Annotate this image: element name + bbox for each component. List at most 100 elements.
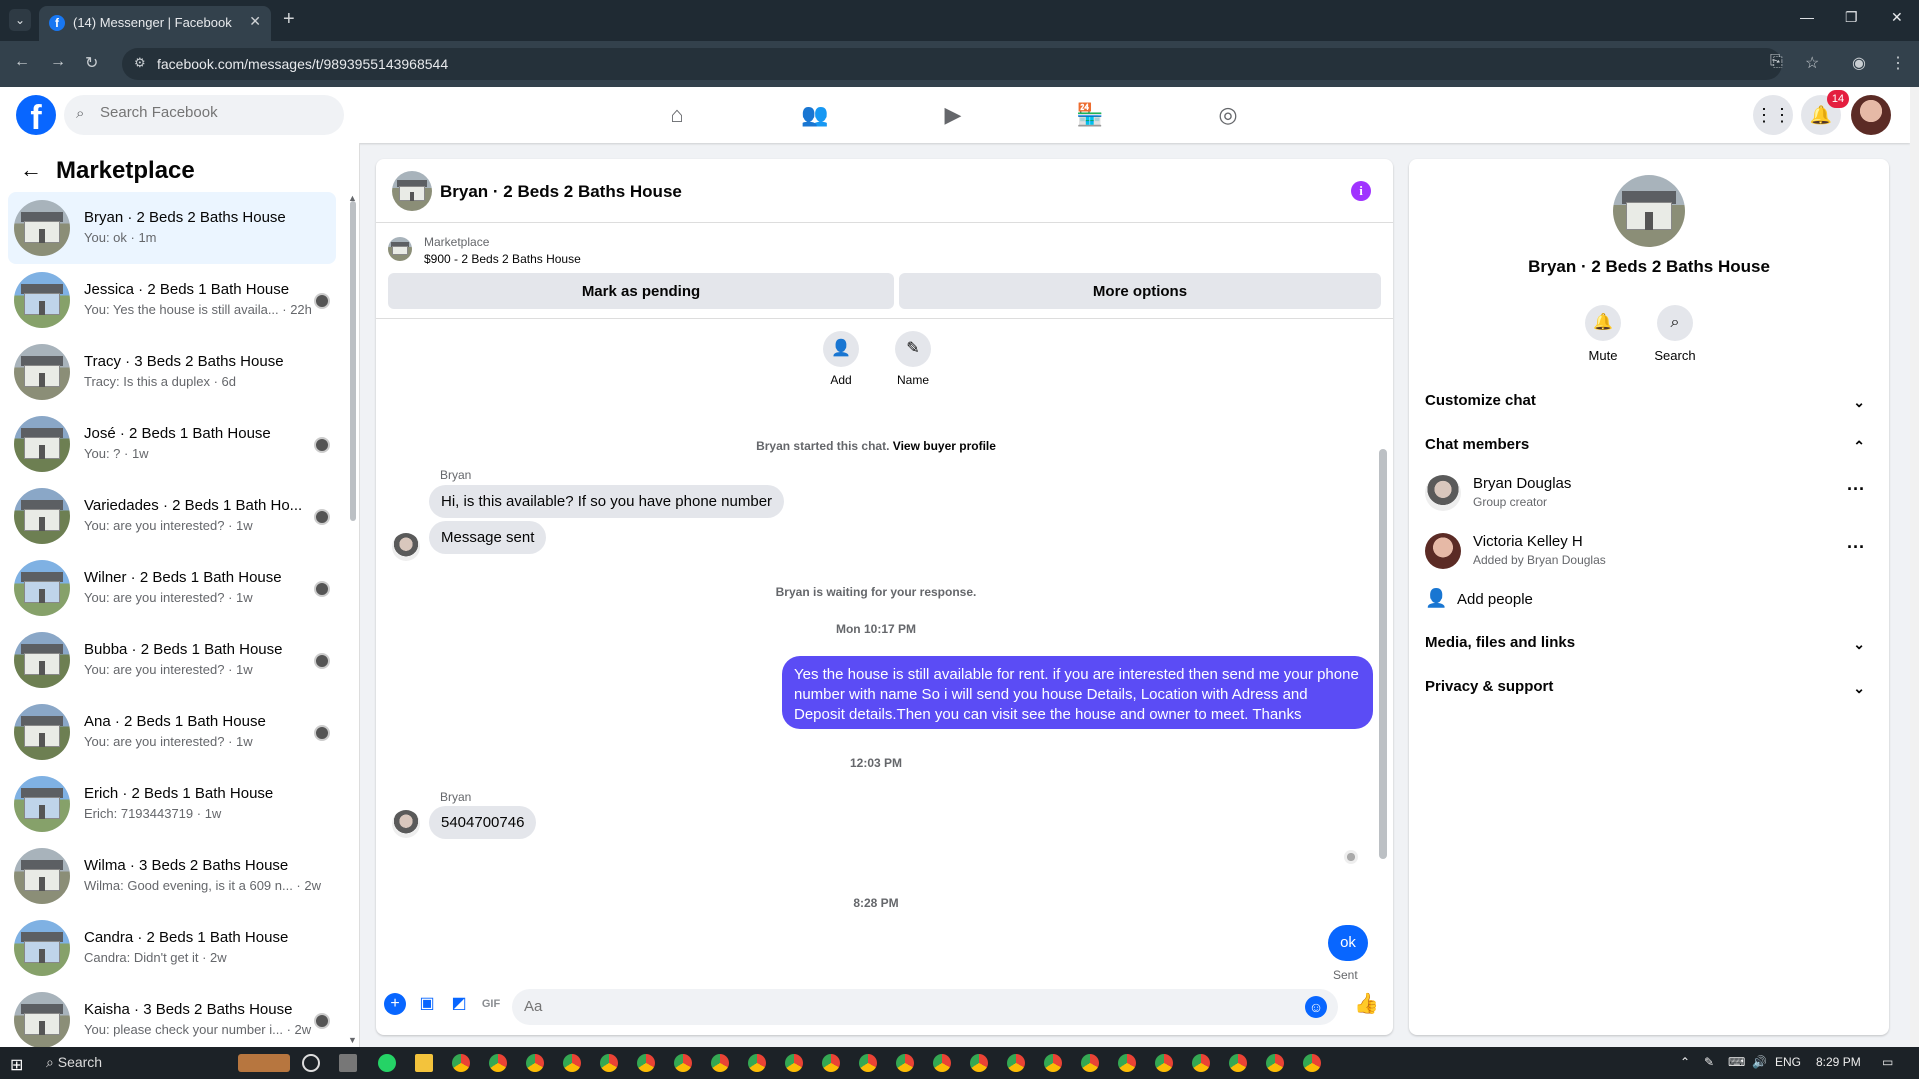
- listing-photo[interactable]: [1613, 175, 1685, 247]
- plus-icon[interactable]: +: [384, 993, 406, 1015]
- outgoing-message[interactable]: Yes the house is still available for ren…: [782, 656, 1373, 729]
- menu-grid-icon[interactable]: ⋮⋮: [1753, 95, 1793, 135]
- incoming-message[interactable]: Message sent: [429, 521, 547, 554]
- chat-listing-avatar[interactable]: [392, 171, 432, 211]
- facebook-search[interactable]: ⌕: [64, 95, 344, 135]
- chrome-icon[interactable]: [1303, 1054, 1321, 1072]
- language-indicator[interactable]: ENG: [1775, 1055, 1801, 1069]
- chrome-icon[interactable]: [748, 1054, 766, 1072]
- chrome-icon[interactable]: [1266, 1054, 1284, 1072]
- chrome-icon[interactable]: [1229, 1054, 1247, 1072]
- scroll-down-arrow-icon[interactable]: ▼: [348, 1035, 357, 1045]
- groups-icon[interactable]: ◎: [1212, 99, 1244, 131]
- chrome-icon[interactable]: [1192, 1054, 1210, 1072]
- chat-scrollbar[interactable]: [1379, 449, 1387, 859]
- taskbar-search[interactable]: ⌕ Search: [46, 1054, 102, 1071]
- clock[interactable]: 8:29 PM: [1816, 1055, 1861, 1069]
- info-icon[interactable]: i: [1351, 181, 1371, 201]
- more-icon[interactable]: ···: [1847, 537, 1865, 558]
- file-explorer-icon[interactable]: [415, 1054, 433, 1072]
- conversation-item[interactable]: Candra · 2 Beds 1 Bath House Candra: Did…: [8, 912, 336, 984]
- windows-start-icon[interactable]: ⊞: [10, 1055, 23, 1075]
- install-app-icon[interactable]: ⎘: [1770, 53, 1783, 71]
- view-buyer-profile-link[interactable]: View buyer profile: [893, 439, 996, 453]
- chrome-icon[interactable]: [1155, 1054, 1173, 1072]
- chrome-icon[interactable]: [452, 1054, 470, 1072]
- reload-icon[interactable]: ↻: [85, 53, 98, 73]
- conversation-item[interactable]: Erich · 2 Beds 1 Bath House Erich: 71934…: [8, 768, 336, 840]
- task-view-icon[interactable]: [339, 1054, 357, 1072]
- conversation-item[interactable]: Wilma · 3 Beds 2 Baths House Wilma: Good…: [8, 840, 336, 912]
- facebook-search-input[interactable]: [100, 104, 330, 121]
- restore-icon[interactable]: ❐: [1845, 9, 1858, 26]
- incoming-message[interactable]: Hi, is this available? If so you have ph…: [429, 485, 785, 518]
- chrome-icon[interactable]: [489, 1054, 507, 1072]
- bookmark-star-icon[interactable]: ☆: [1805, 53, 1819, 73]
- chrome-icon[interactable]: [1007, 1054, 1025, 1072]
- message-input-wrapper[interactable]: ☺: [512, 989, 1338, 1025]
- outgoing-message[interactable]: ok: [1328, 925, 1368, 961]
- taskbar-widget-image[interactable]: [238, 1054, 290, 1072]
- pen-icon[interactable]: ✎: [1704, 1055, 1714, 1069]
- chrome-icon[interactable]: [526, 1054, 544, 1072]
- add-people-button[interactable]: 👤 Add people: [1425, 588, 1725, 618]
- close-window-icon[interactable]: ✕: [1891, 9, 1903, 26]
- chrome-icon[interactable]: [711, 1054, 729, 1072]
- page-scrollbar[interactable]: [1910, 87, 1919, 1047]
- chat-members-section[interactable]: Chat members ⌃: [1425, 436, 1873, 472]
- chrome-icon[interactable]: [859, 1054, 877, 1072]
- network-icon[interactable]: ⌨: [1728, 1055, 1745, 1069]
- conversation-item[interactable]: Wilner · 2 Beds 1 Bath House You: are yo…: [8, 552, 336, 624]
- chrome-icon[interactable]: [674, 1054, 692, 1072]
- marketplace-icon[interactable]: 🏪: [1074, 99, 1106, 131]
- mark-as-pending-button[interactable]: Mark as pending: [388, 273, 894, 309]
- video-icon[interactable]: ▶: [937, 99, 969, 131]
- photo-icon[interactable]: ▣: [416, 993, 438, 1015]
- chrome-icon[interactable]: [600, 1054, 618, 1072]
- emoji-icon[interactable]: ☺: [1305, 996, 1327, 1018]
- chrome-icon[interactable]: [933, 1054, 951, 1072]
- conversation-item[interactable]: Bryan · 2 Beds 2 Baths House You: ok · 1…: [8, 192, 336, 264]
- notification-center-icon[interactable]: ▭: [1882, 1055, 1893, 1069]
- mute-button[interactable]: 🔔 Mute: [1573, 305, 1633, 363]
- chrome-icon[interactable]: [822, 1054, 840, 1072]
- listing-thumbnail[interactable]: [388, 237, 412, 261]
- sidebar-scrollbar[interactable]: [350, 201, 356, 521]
- gif-icon[interactable]: GIF: [480, 993, 502, 1015]
- url-text[interactable]: facebook.com/messages/t/9893955143968544: [157, 56, 448, 72]
- privacy-section[interactable]: Privacy & support ⌄: [1425, 678, 1873, 714]
- more-options-button[interactable]: More options: [899, 273, 1381, 309]
- forward-icon[interactable]: →: [50, 53, 66, 71]
- conversation-item[interactable]: Ana · 2 Beds 1 Bath House You: are you i…: [8, 696, 336, 768]
- message-input[interactable]: [524, 998, 1284, 1015]
- site-info-icon[interactable]: ⚙: [134, 55, 146, 71]
- chrome-icon[interactable]: [1118, 1054, 1136, 1072]
- conversation-item[interactable]: Kaisha · 3 Beds 2 Baths House You: pleas…: [8, 984, 336, 1047]
- media-section[interactable]: Media, files and links ⌄: [1425, 634, 1873, 670]
- conversation-item[interactable]: Tracy · 3 Beds 2 Baths House Tracy: Is t…: [8, 336, 336, 408]
- conversation-item[interactable]: Variedades · 2 Beds 1 Bath Ho... You: ar…: [8, 480, 336, 552]
- chrome-icon[interactable]: [970, 1054, 988, 1072]
- conversation-item[interactable]: Jessica · 2 Beds 1 Bath House You: Yes t…: [8, 264, 336, 336]
- back-icon[interactable]: ←: [14, 53, 30, 71]
- chrome-icon[interactable]: [563, 1054, 581, 1072]
- minimize-icon[interactable]: —: [1800, 9, 1814, 25]
- incoming-message[interactable]: 5404700746: [429, 806, 537, 839]
- account-avatar[interactable]: [1851, 95, 1891, 135]
- cortana-icon[interactable]: [302, 1054, 320, 1072]
- facebook-logo[interactable]: f: [16, 95, 56, 137]
- add-person-button[interactable]: 👤 Add: [811, 331, 871, 387]
- whatsapp-icon[interactable]: [378, 1054, 396, 1072]
- friends-icon[interactable]: 👥: [799, 99, 831, 131]
- chrome-icon[interactable]: [1044, 1054, 1062, 1072]
- chrome-icon[interactable]: [1081, 1054, 1099, 1072]
- tray-overflow-icon[interactable]: ⌃: [1680, 1055, 1690, 1069]
- new-tab-icon[interactable]: +: [283, 8, 295, 31]
- member-row[interactable]: Victoria Kelley H Added by Bryan Douglas…: [1425, 529, 1873, 577]
- chrome-icon[interactable]: [896, 1054, 914, 1072]
- listing-price[interactable]: $900 - 2 Beds 2 Baths House: [424, 252, 581, 266]
- chrome-icon[interactable]: [637, 1054, 655, 1072]
- profile-icon[interactable]: ◉: [1852, 53, 1866, 73]
- tab-close-icon[interactable]: ✕: [249, 13, 261, 30]
- omnibox[interactable]: ⚙ facebook.com/messages/t/98939551439685…: [122, 48, 1782, 80]
